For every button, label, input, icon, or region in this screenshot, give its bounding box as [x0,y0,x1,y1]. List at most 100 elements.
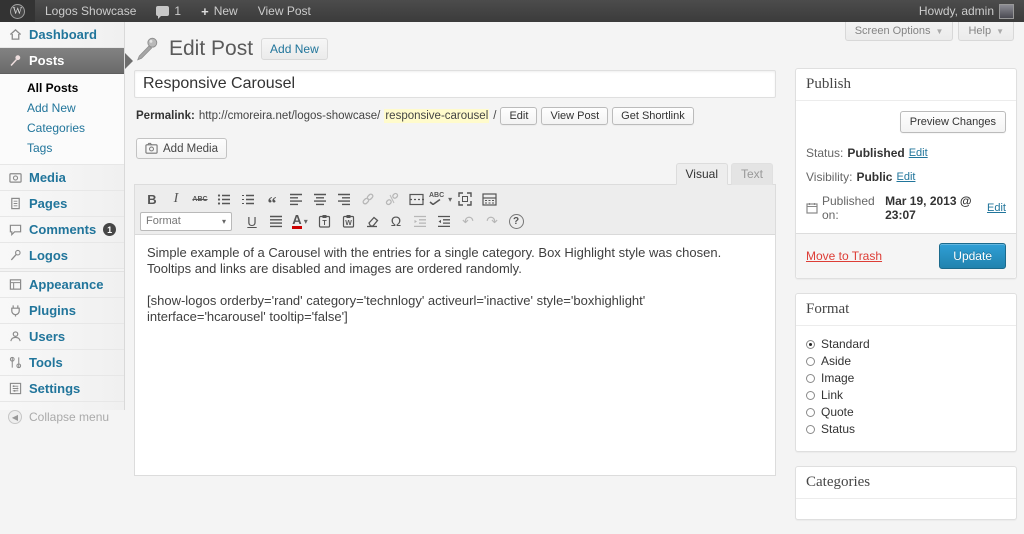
collapse-menu-button[interactable]: ◀ Collapse menu [0,402,124,432]
indent-icon[interactable] [433,212,455,231]
radio-icon[interactable] [806,374,815,383]
site-name-link[interactable]: Logos Showcase [35,0,146,22]
sidebar-item-comments[interactable]: Comments 1 [0,217,124,243]
format-option-label: Status [821,422,855,436]
my-account-menu[interactable]: Howdy, admin [909,0,1024,22]
special-character-icon[interactable]: Ω [385,212,407,231]
spellcheck-icon[interactable]: ABC ▾ [429,190,452,209]
format-option-quote[interactable]: Quote [806,405,1006,419]
editor-shortcode-paragraph: [show-logos orderby='rand' category='tec… [147,293,763,325]
add-media-label: Add Media [163,143,218,155]
sidebar-item-logos[interactable]: Logos [0,243,124,269]
visibility-value: Public [856,170,892,184]
sidebar-label-appearance: Appearance [29,277,103,292]
submenu-add-new[interactable]: Add New [0,98,124,118]
update-button[interactable]: Update [939,243,1006,269]
preview-changes-button[interactable]: Preview Changes [900,111,1006,133]
radio-icon[interactable] [806,408,815,417]
format-option-standard[interactable]: Standard [806,337,1006,351]
add-new-button[interactable]: Add New [261,38,328,60]
sidebar-item-pages[interactable]: Pages [0,191,124,217]
submenu-all-posts[interactable]: All Posts [0,78,124,98]
sidebar-item-posts[interactable]: Posts [0,48,124,74]
plus-icon: + [201,4,209,19]
format-option-status[interactable]: Status [806,422,1006,436]
edit-visibility-link[interactable]: Edit [896,171,915,183]
wordpress-menu[interactable]: W [0,0,35,22]
bold-icon[interactable]: B [141,190,163,209]
edit-post-pushpin-icon [134,35,161,62]
admin-sidebar: Dashboard Posts All Posts Add New Catego… [0,22,125,410]
outdent-icon[interactable] [409,212,431,231]
radio-icon[interactable] [806,357,815,366]
text-tab[interactable]: Text [731,163,773,185]
screen-options-tab[interactable]: Screen Options ▼ [845,22,954,41]
comments-icon [8,223,22,237]
users-icon [8,330,22,344]
edit-status-link[interactable]: Edit [909,147,928,159]
editor-content-area[interactable]: Simple example of a Carousel with the en… [135,235,775,475]
tools-icon [8,356,22,370]
edit-permalink-button[interactable]: Edit [500,107,537,125]
format-option-label: Link [821,388,843,402]
main-content: Screen Options ▼ Help ▼ Edit Post Add Ne… [126,22,1024,410]
redo-icon[interactable]: ↷ [481,212,503,231]
sidebar-label-tools: Tools [29,355,63,370]
view-post-button[interactable]: View Post [541,107,608,125]
visual-tab[interactable]: Visual [676,163,728,185]
format-select-value: Format [146,215,181,227]
submenu-tags[interactable]: Tags [0,138,124,158]
submenu-categories[interactable]: Categories [0,118,124,138]
align-center-icon[interactable] [309,190,331,209]
edit-published-link[interactable]: Edit [987,202,1006,214]
justify-icon[interactable] [265,212,287,231]
align-left-icon[interactable] [285,190,307,209]
remove-formatting-icon[interactable] [361,212,383,231]
undo-icon[interactable]: ↶ [457,212,479,231]
text-color-icon[interactable]: A ▾ [289,212,311,231]
help-tab[interactable]: Help ▼ [958,22,1014,41]
sidebar-item-appearance[interactable]: Appearance [0,272,124,298]
strikethrough-icon[interactable]: ABC [189,190,211,209]
radio-icon[interactable] [806,391,815,400]
italic-icon[interactable]: I [165,190,187,209]
permalink-base: http://cmoreira.net/logos-showcase/ [199,110,381,122]
add-media-button[interactable]: Add Media [136,138,227,159]
radio-icon[interactable] [806,425,815,434]
unlink-icon[interactable] [381,190,403,209]
editor-help-icon[interactable]: ? [505,212,527,231]
format-option-link[interactable]: Link [806,388,1006,402]
sidebar-item-media[interactable]: Media [0,165,124,191]
radio-checked-icon[interactable] [806,340,815,349]
insert-link-icon[interactable] [357,190,379,209]
visibility-row: Visibility: Public Edit [796,165,1016,189]
adminbar-new-menu[interactable]: + New [191,0,248,22]
bullet-list-icon[interactable] [213,190,235,209]
sidebar-item-tools[interactable]: Tools [0,350,124,376]
editor: B I ABC “ [134,184,776,476]
sidebar-item-plugins[interactable]: Plugins [0,298,124,324]
categories-box-title: Categories [796,467,1016,499]
sidebar-item-dashboard[interactable]: Dashboard [0,22,124,48]
paste-from-word-icon[interactable]: W [337,212,359,231]
format-select[interactable]: Format ▾ [140,212,232,231]
sidebar-item-settings[interactable]: Settings [0,376,124,402]
move-to-trash-link[interactable]: Move to Trash [806,249,882,263]
numbered-list-icon[interactable] [237,190,259,209]
paste-as-text-icon[interactable]: T [313,212,335,231]
more-tag-icon[interactable] [405,190,427,209]
kitchen-sink-icon[interactable] [478,190,500,209]
align-right-icon[interactable] [333,190,355,209]
format-option-aside[interactable]: Aside [806,354,1006,368]
format-option-image[interactable]: Image [806,371,1006,385]
adminbar-view-post-link[interactable]: View Post [248,0,321,22]
blockquote-icon[interactable]: “ [261,190,283,209]
post-title-input[interactable] [134,70,776,98]
sidebar-item-users[interactable]: Users [0,324,124,350]
underline-icon[interactable]: U [241,212,263,231]
adminbar-comments-link[interactable]: 1 [146,0,191,22]
fullscreen-icon[interactable] [454,190,476,209]
get-shortlink-button[interactable]: Get Shortlink [612,107,694,125]
comments-count-badge: 1 [103,223,116,236]
view-post-label: View Post [258,4,311,18]
